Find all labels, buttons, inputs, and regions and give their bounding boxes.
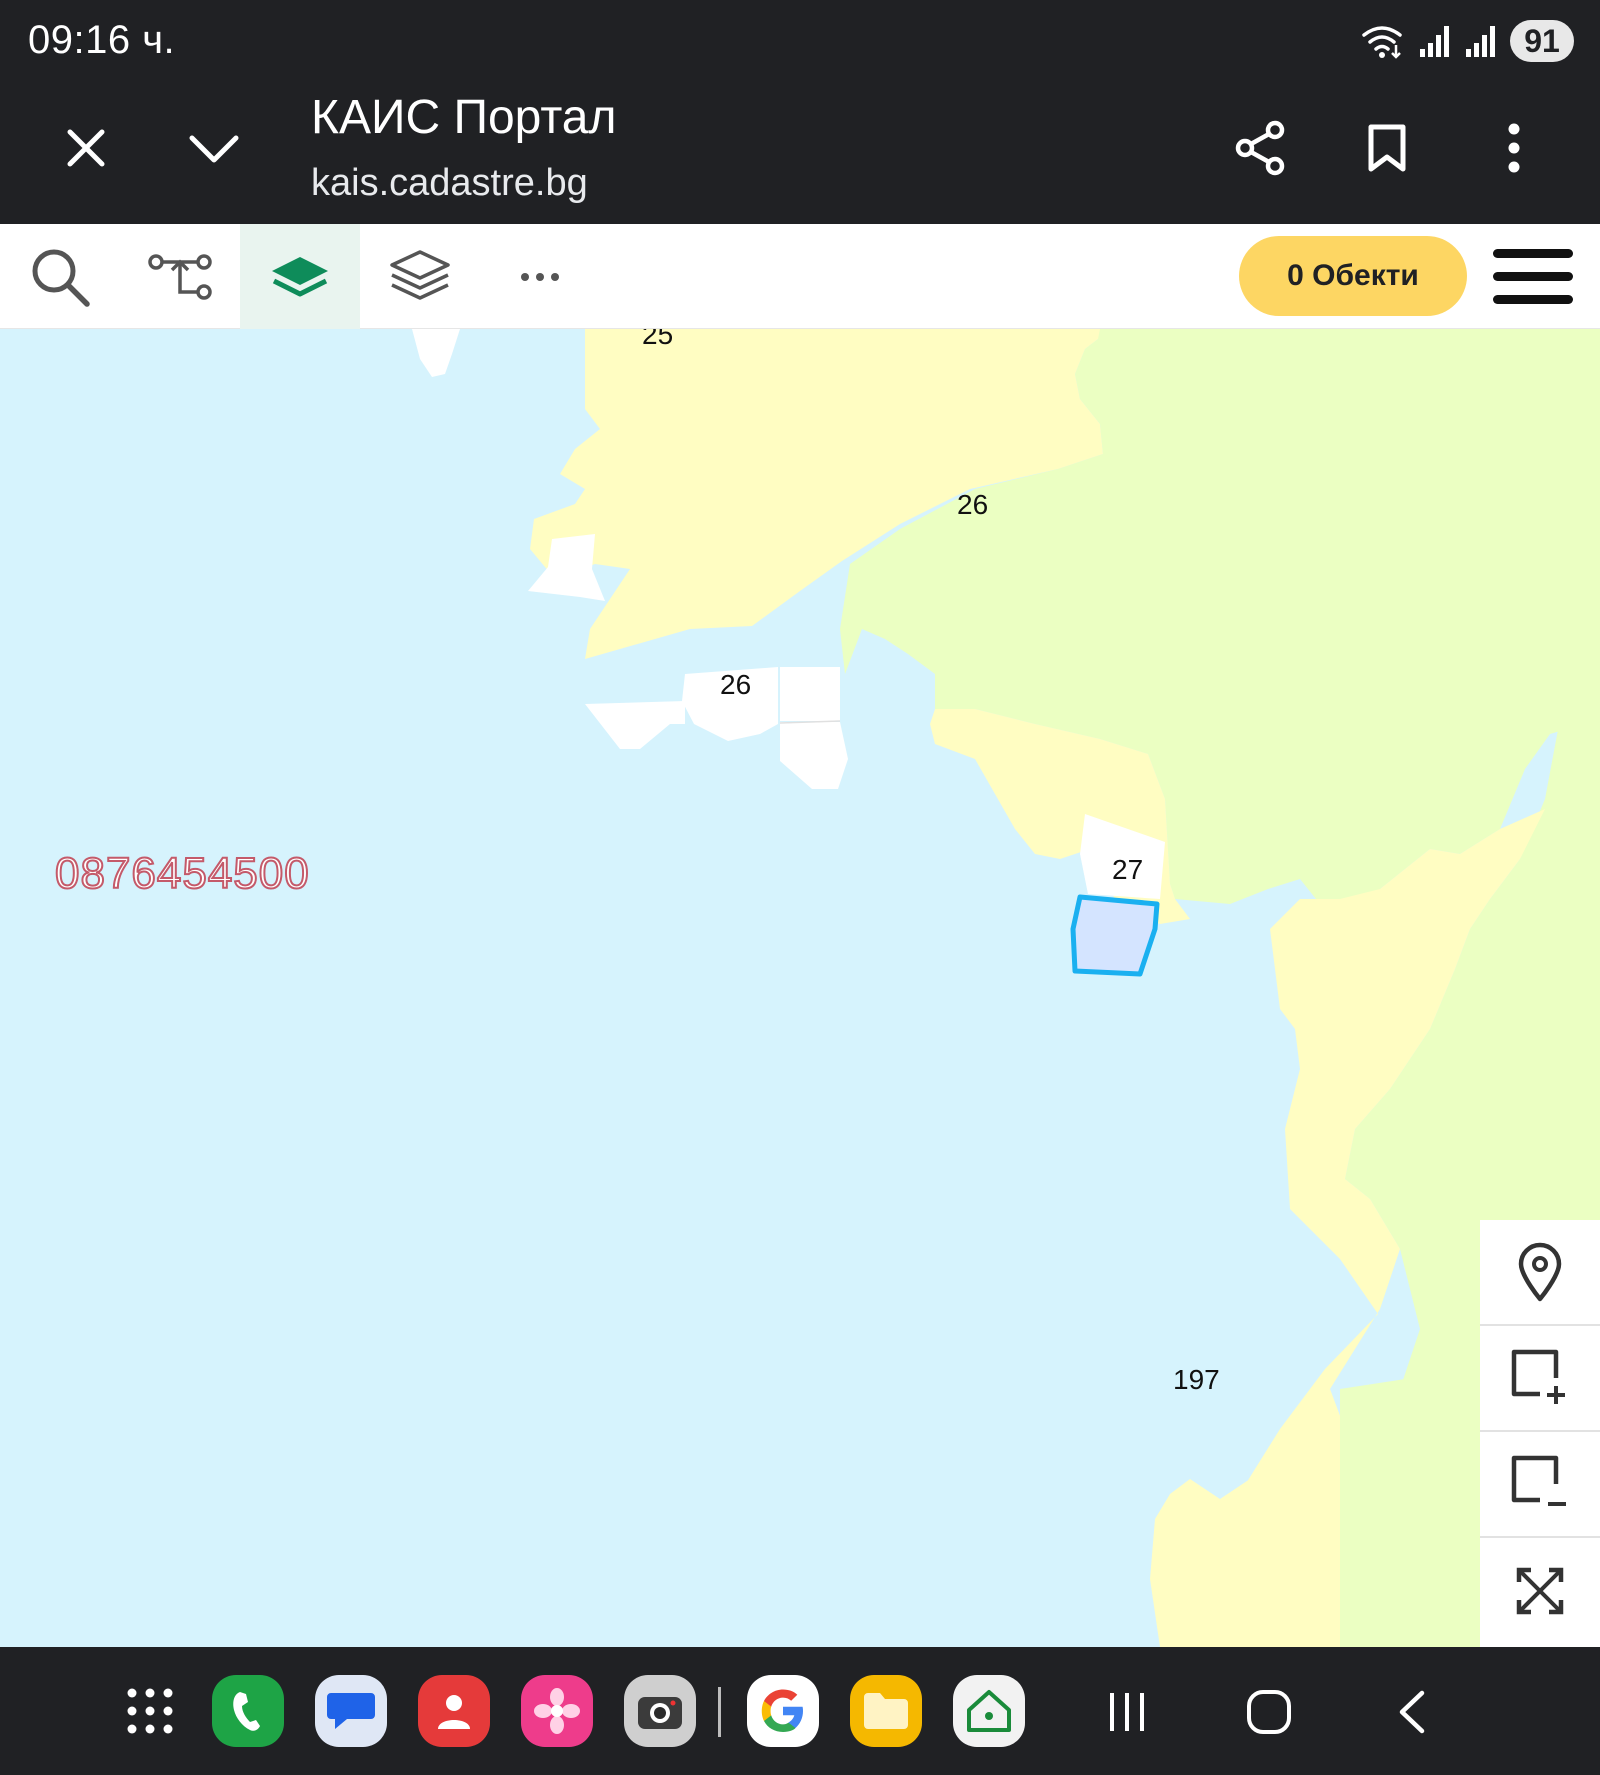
layers-filled-icon xyxy=(272,256,328,296)
layers-filled-tool[interactable] xyxy=(240,224,360,329)
parcel-label-197: 197 xyxy=(1173,1364,1220,1395)
page-url[interactable]: kais.cadastre.bg xyxy=(311,162,588,205)
parcel-label-26a: 26 xyxy=(957,489,989,520)
share-button[interactable] xyxy=(1220,108,1300,188)
parcel-white-mid[interactable] xyxy=(780,667,840,721)
camera-app[interactable] xyxy=(624,1675,696,1747)
recents-icon xyxy=(1110,1693,1144,1731)
status-icons: 91 xyxy=(1360,18,1574,64)
battery-icon: 91 xyxy=(1510,20,1574,62)
map-controls xyxy=(1480,1220,1600,1647)
route-tool[interactable] xyxy=(120,224,240,329)
gallery-app-icon xyxy=(534,1688,580,1734)
map-toolbar: 0 Обекти xyxy=(0,224,1600,329)
browser-header: КАИС Портал kais.cadastre.bg xyxy=(0,82,1600,224)
zoom-out-button[interactable] xyxy=(1480,1432,1600,1538)
status-time: 09:16 ч. xyxy=(28,18,176,62)
gallery-app[interactable] xyxy=(521,1675,593,1747)
dock-separator xyxy=(718,1687,721,1737)
land-parcel-197[interactable] xyxy=(1150,1389,1345,1647)
app-drawer-icon xyxy=(127,1688,173,1734)
recents-button[interactable] xyxy=(1092,1677,1162,1747)
map-canvas[interactable] xyxy=(0,329,1600,1647)
status-bar: 09:16 ч. 91 xyxy=(0,0,1600,82)
zoom-in-button[interactable] xyxy=(1480,1326,1600,1432)
layers-tool[interactable] xyxy=(360,224,480,329)
more-horiz-icon xyxy=(521,272,559,281)
parcel-white-low[interactable] xyxy=(780,722,848,789)
parcel-label-26b: 26 xyxy=(720,669,752,700)
location-pin-icon xyxy=(1518,1242,1562,1302)
smart-home-app-icon xyxy=(967,1690,1011,1732)
more-options-button[interactable] xyxy=(1474,108,1554,188)
full-extent-button[interactable] xyxy=(1480,1538,1600,1644)
messages-app[interactable] xyxy=(315,1675,387,1747)
parcel-label-27: 27 xyxy=(1112,854,1144,885)
locate-button[interactable] xyxy=(1480,1220,1600,1326)
smart-home-app[interactable] xyxy=(953,1675,1025,1747)
phone-watermark: 0876454500 xyxy=(54,848,310,899)
hamburger-icon xyxy=(1493,249,1573,304)
phone-app-icon xyxy=(233,1692,260,1731)
taskbar xyxy=(0,1647,1600,1775)
back-icon xyxy=(1399,1690,1425,1734)
parcel-white-sw[interactable] xyxy=(585,701,685,749)
bookmark-icon xyxy=(1368,124,1406,172)
page-title: КАИС Портал xyxy=(311,91,617,144)
screen: 09:16 ч. 91 КАИС Портал kais.cadastre.bg… xyxy=(0,0,1600,1775)
route-icon xyxy=(148,253,212,300)
wifi-icon xyxy=(1362,26,1402,59)
home-button[interactable] xyxy=(1234,1677,1304,1747)
messages-app-icon xyxy=(327,1693,375,1729)
close-icon xyxy=(67,129,105,167)
objects-button[interactable]: 0 Обекти xyxy=(1239,236,1467,316)
more-vert-icon xyxy=(1508,123,1520,173)
home-icon xyxy=(1247,1690,1291,1734)
layers-outline-icon xyxy=(390,249,450,300)
contacts-app-icon xyxy=(438,1695,470,1729)
app-drawer-button[interactable] xyxy=(114,1675,186,1747)
parcel-label-25: 25 xyxy=(642,329,674,350)
camera-app-icon xyxy=(638,1697,682,1729)
google-app-icon xyxy=(761,1689,803,1732)
back-button[interactable] xyxy=(1376,1677,1446,1747)
google-app[interactable] xyxy=(747,1675,819,1747)
zoom-out-box-icon xyxy=(1511,1455,1566,1506)
phone-app[interactable] xyxy=(212,1675,284,1747)
search-icon xyxy=(32,249,90,307)
files-app-icon xyxy=(864,1693,908,1729)
signal-1-icon xyxy=(1420,26,1449,57)
collapse-button[interactable] xyxy=(174,108,254,188)
share-icon xyxy=(1235,120,1285,176)
bookmark-button[interactable] xyxy=(1347,108,1427,188)
fullscreen-icon xyxy=(1516,1567,1564,1615)
zoom-in-box-icon xyxy=(1511,1349,1565,1404)
chevron-down-icon xyxy=(189,135,239,163)
signal-2-icon xyxy=(1466,26,1495,57)
files-app[interactable] xyxy=(850,1675,922,1747)
parcel-white-north[interactable] xyxy=(412,329,460,377)
close-button[interactable] xyxy=(46,108,126,188)
search-tool[interactable] xyxy=(0,224,120,329)
menu-button[interactable] xyxy=(1488,242,1578,312)
more-tools-button[interactable] xyxy=(480,224,600,329)
selected-parcel[interactable] xyxy=(1070,894,1160,977)
contacts-app[interactable] xyxy=(418,1675,490,1747)
cadastre-map[interactable]: 25 26 26 27 197 0876454500 xyxy=(0,329,1600,1647)
